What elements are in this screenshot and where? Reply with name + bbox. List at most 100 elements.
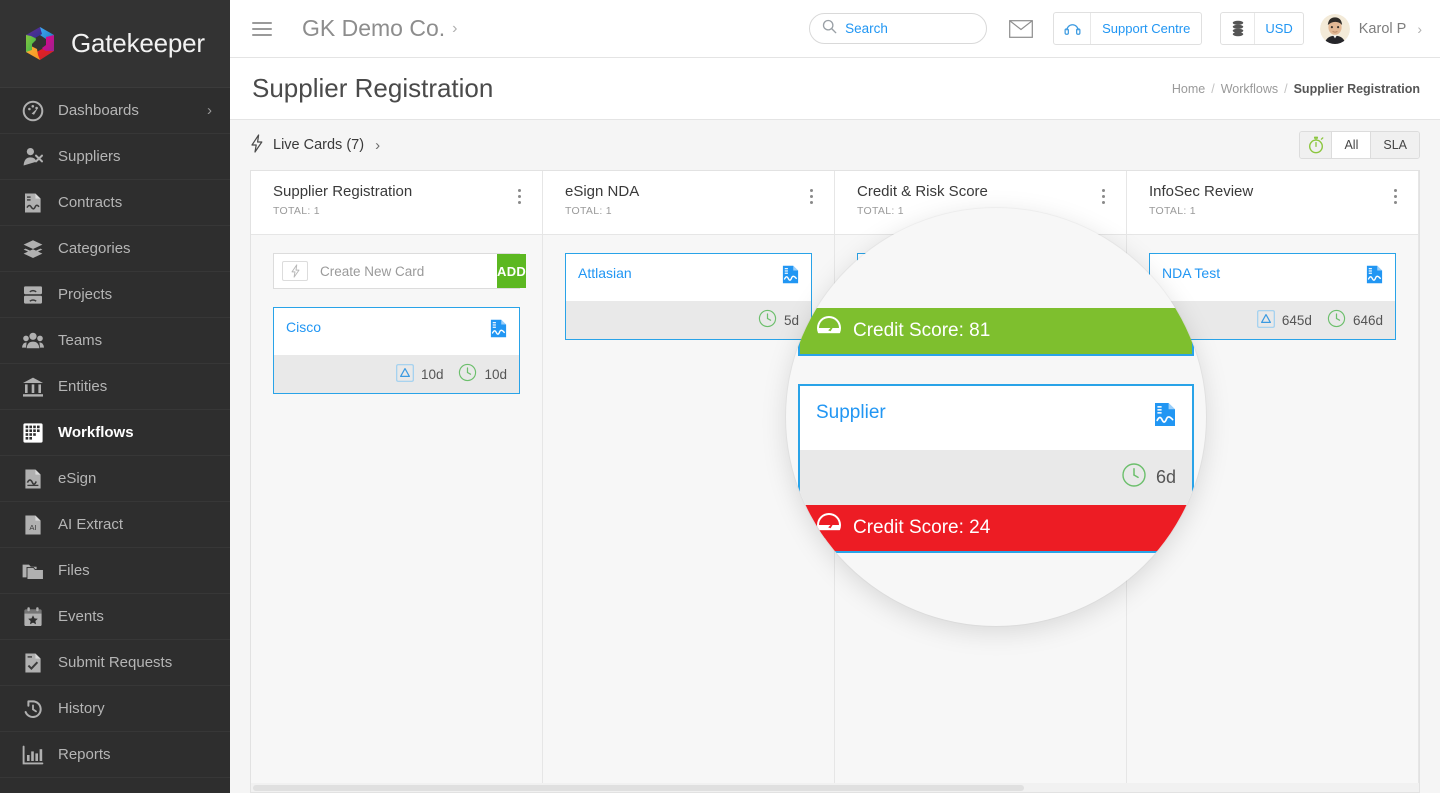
page-title: Supplier Registration (252, 73, 493, 104)
projects-drawer-icon (22, 284, 44, 306)
search-box[interactable] (809, 13, 987, 44)
kanban-column-total: TOTAL: 1 (565, 205, 802, 217)
card-metric-value: 10d (421, 367, 444, 382)
signed-document-icon[interactable] (782, 265, 799, 289)
stopwatch-icon[interactable] (1300, 132, 1332, 158)
sidebar-item-label: Dashboards (58, 102, 193, 119)
org-chevron-right-icon[interactable]: › (452, 20, 457, 38)
kanban-card-title[interactable]: Attlasian (578, 265, 782, 281)
sidebar-item-label: Workflows (58, 424, 212, 441)
sidebar-item-files[interactable]: Files (0, 548, 230, 594)
sidebar-item-dashboards[interactable]: Dashboards › (0, 88, 230, 134)
magnified-partial-credit-score-label: Credit Score: 81 (853, 320, 990, 342)
breadcrumb-item[interactable]: Workflows (1221, 82, 1278, 96)
kanban-column-total: TOTAL: 1 (273, 205, 510, 217)
live-cards-selector[interactable]: Live Cards (7) › (250, 134, 380, 157)
main-area: GK Demo Co. › Support Centre (230, 0, 1440, 793)
sidebar-item-history[interactable]: History (0, 686, 230, 732)
sidebar-item-esign[interactable]: eSign (0, 456, 230, 502)
filter-sla-button[interactable]: SLA (1370, 132, 1419, 158)
sidebar-item-projects[interactable]: Projects (0, 272, 230, 318)
kebab-menu-icon[interactable] (510, 183, 528, 234)
sidebar-item-categories[interactable]: Categories (0, 226, 230, 272)
sidebar-item-events[interactable]: Events (0, 594, 230, 640)
teams-people-icon (22, 330, 44, 352)
user-avatar (1320, 14, 1350, 44)
scrollbar-thumb[interactable] (253, 785, 1024, 791)
kebab-menu-icon[interactable] (802, 183, 820, 234)
card-metric: 10d (396, 364, 444, 385)
breadcrumb-item[interactable]: Home (1172, 82, 1205, 96)
triangle-escalation-icon (1257, 310, 1275, 331)
signed-document-icon[interactable] (1366, 265, 1383, 289)
kanban-card[interactable]: Attlasian 5d (565, 253, 812, 340)
signed-document-icon[interactable] (490, 319, 507, 343)
currency-button[interactable]: USD (1220, 12, 1303, 45)
kanban-card[interactable]: Cisco 10d 10d (273, 307, 520, 394)
add-card-button[interactable]: ADD (497, 254, 526, 288)
headset-icon (1054, 20, 1090, 37)
board-toolbar: Live Cards (7) › All SLA (250, 120, 1420, 170)
search-input[interactable] (845, 21, 974, 36)
kanban-column-title: InfoSec Review (1149, 183, 1386, 200)
clock-sla-icon (1327, 309, 1346, 331)
kanban-column-header: InfoSec Review TOTAL: 1 (1127, 171, 1418, 235)
chevron-right-icon[interactable]: › (207, 102, 212, 119)
kanban-board: Supplier Registration TOTAL: 1 ADD Cisco (250, 170, 1420, 783)
sidebar-item-label: Events (58, 608, 212, 625)
create-new-card-input[interactable] (308, 264, 497, 279)
kebab-menu-icon[interactable] (1386, 183, 1404, 234)
sla-filter-group: All SLA (1299, 131, 1420, 159)
kanban-column-header: eSign NDA TOTAL: 1 (543, 171, 834, 235)
triangle-escalation-icon (396, 364, 414, 385)
magnified-card[interactable]: Supplier (798, 384, 1194, 553)
sidebar-item-teams[interactable]: Teams (0, 318, 230, 364)
topbar-right-group: Support Centre USD (809, 12, 1422, 45)
sidebar-item-label: Suppliers (58, 148, 212, 165)
create-new-card-row[interactable]: ADD (273, 253, 520, 289)
kanban-card-title[interactable]: NDA Test (1162, 265, 1366, 281)
supplier-person-icon (22, 146, 44, 168)
magnified-card-top: Supplier (800, 386, 1192, 450)
support-centre-button[interactable]: Support Centre (1053, 12, 1202, 45)
submit-requests-check-icon (22, 652, 44, 674)
breadcrumb-item: Supplier Registration (1294, 82, 1420, 96)
filter-all-button[interactable]: All (1332, 132, 1370, 158)
sidebar-item-submit-requests[interactable]: Submit Requests (0, 640, 230, 686)
envelope-icon[interactable] (1009, 20, 1033, 38)
sidebar-item-ai-extract[interactable]: AI AI Extract (0, 502, 230, 548)
kanban-column-title: eSign NDA (565, 183, 802, 200)
brand[interactable]: Gatekeeper (0, 0, 230, 88)
sidebar: Gatekeeper Dashboards › Suppliers Contracts… (0, 0, 230, 793)
sidebar-item-entities[interactable]: Entities (0, 364, 230, 410)
kebab-menu-icon[interactable] (1094, 183, 1112, 234)
gatekeeper-pinwheel-logo (20, 24, 60, 64)
kanban-card-top: Cisco (274, 308, 519, 355)
kanban-column: Supplier Registration TOTAL: 1 ADD Cisco (251, 171, 543, 783)
breadcrumb: Home/Workflows/Supplier Registration (1172, 82, 1420, 96)
contract-document-icon (22, 192, 44, 214)
horizontal-scrollbar[interactable] (250, 783, 1420, 793)
ai-extract-icon: AI (22, 514, 44, 536)
magnified-card-title[interactable]: Supplier (816, 402, 1154, 424)
sidebar-item-label: eSign (58, 470, 212, 487)
gauge-score-icon (816, 512, 842, 544)
sidebar-item-contracts[interactable]: Contracts (0, 180, 230, 226)
workflows-grid-icon (22, 422, 44, 444)
board-wrapper: Live Cards (7) › All SLA (230, 120, 1440, 793)
org-name[interactable]: GK Demo Co. (302, 15, 445, 42)
hamburger-menu-icon[interactable] (252, 22, 272, 36)
sidebar-item-suppliers[interactable]: Suppliers (0, 134, 230, 180)
magnified-partial-credit-score-bar: Credit Score: 81 (798, 308, 1194, 356)
signed-document-icon[interactable] (1154, 402, 1176, 432)
sidebar-item-reports[interactable]: Reports (0, 732, 230, 778)
breadcrumb-separator: / (1284, 82, 1287, 96)
sidebar-item-label: History (58, 700, 212, 717)
sidebar-item-workflows[interactable]: Workflows (0, 410, 230, 456)
reports-bars-icon (22, 744, 44, 766)
user-menu[interactable]: Karol P › (1320, 14, 1422, 44)
kanban-card-title[interactable]: Cisco (286, 319, 490, 335)
sidebar-item-label: Reports (58, 746, 212, 763)
kanban-column-title: Supplier Registration (273, 183, 510, 200)
sidebar-item-label: AI Extract (58, 516, 212, 533)
